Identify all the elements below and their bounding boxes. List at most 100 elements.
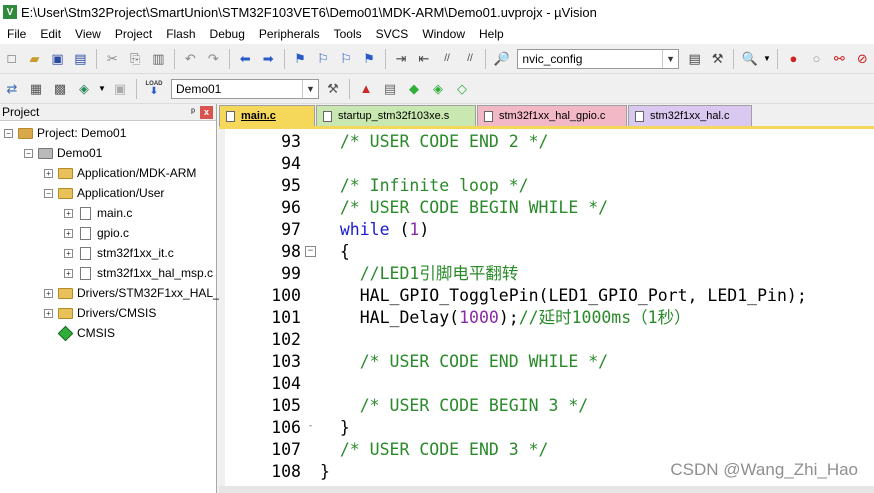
- load-download-icon[interactable]: LOAD ⬇: [143, 79, 165, 99]
- expand-toggle[interactable]: +: [44, 288, 53, 298]
- paste-icon[interactable]: ▥: [149, 49, 168, 69]
- comment-icon[interactable]: //: [438, 49, 457, 69]
- expand-toggle[interactable]: +: [44, 168, 53, 178]
- tab-main-c[interactable]: main.c: [219, 105, 315, 126]
- navigate-forward-icon[interactable]: ➡: [259, 49, 278, 69]
- code-line[interactable]: 94: [219, 153, 874, 175]
- code-line[interactable]: 106- }: [219, 417, 874, 439]
- menu-edit[interactable]: Edit: [33, 24, 68, 44]
- open-folder-icon[interactable]: ▰: [25, 49, 44, 69]
- target-options-icon[interactable]: ⚒: [323, 79, 343, 99]
- uncomment-icon[interactable]: //: [460, 49, 479, 69]
- find-icon[interactable]: ▤: [685, 49, 704, 69]
- menu-svcs[interactable]: SVCS: [369, 24, 416, 44]
- save-icon[interactable]: ▣: [48, 49, 67, 69]
- prev-bookmark-icon[interactable]: ⚐: [314, 49, 333, 69]
- code-line[interactable]: 105 /* USER CODE BEGIN 3 */: [219, 395, 874, 417]
- tab-hal-c[interactable]: stm32f1xx_hal.c: [628, 105, 752, 126]
- code-line[interactable]: 103 /* USER CODE END WHILE */: [219, 351, 874, 373]
- expand-toggle[interactable]: +: [64, 228, 73, 238]
- target-combo[interactable]: Demo01 ▼: [171, 78, 319, 99]
- bookmark-icon[interactable]: ⚑: [291, 49, 310, 69]
- chevron-down-icon[interactable]: ▼: [98, 79, 106, 99]
- expand-toggle[interactable]: +: [64, 248, 73, 258]
- debug-session-icon[interactable]: 🔍: [740, 49, 759, 69]
- pack-installer-icon[interactable]: ◇: [452, 79, 472, 99]
- menu-peripherals[interactable]: Peripherals: [252, 24, 327, 44]
- expand-toggle[interactable]: +: [44, 308, 53, 318]
- tree-item-group[interactable]: + Drivers/CMSIS: [44, 303, 156, 323]
- new-file-icon[interactable]: □: [2, 49, 21, 69]
- stop-build-icon[interactable]: ▣: [110, 79, 130, 99]
- copy-icon[interactable]: ⎘: [126, 49, 145, 69]
- menu-help[interactable]: Help: [472, 24, 511, 44]
- code-line[interactable]: 93 /* USER CODE END 2 */: [219, 131, 874, 153]
- tree-item-group[interactable]: + Drivers/STM32F1xx_HAL_: [44, 283, 220, 303]
- tree-item-file[interactable]: + stm32f1xx_it.c: [64, 243, 174, 263]
- code-line[interactable]: 100 HAL_GPIO_TogglePin(LED1_GPIO_Port, L…: [219, 285, 874, 307]
- select-packs-icon[interactable]: ◈: [428, 79, 448, 99]
- outdent-icon[interactable]: ⇤: [415, 49, 434, 69]
- breakpoint-icon[interactable]: ●: [784, 49, 803, 69]
- file-extensions-icon[interactable]: ▤: [380, 79, 400, 99]
- build-icon[interactable]: ▦: [26, 79, 46, 99]
- chevron-down-icon[interactable]: ▼: [662, 49, 678, 68]
- disable-breakpoint-icon[interactable]: ○: [807, 49, 826, 69]
- indent-icon[interactable]: ⇥: [392, 49, 411, 69]
- translate-icon[interactable]: ⇄: [2, 79, 22, 99]
- menu-window[interactable]: Window: [415, 24, 472, 44]
- expand-toggle[interactable]: +: [64, 268, 73, 278]
- menu-file[interactable]: File: [0, 24, 33, 44]
- code-line[interactable]: 96 /* USER CODE BEGIN WHILE */: [219, 197, 874, 219]
- code-line[interactable]: 99 //LED1引脚电平翻转: [219, 263, 874, 285]
- menu-debug[interactable]: Debug: [203, 24, 252, 44]
- chevron-down-icon[interactable]: ▼: [763, 49, 771, 69]
- incremental-find-icon[interactable]: ⚒: [708, 49, 727, 69]
- code-line[interactable]: 107 /* USER CODE END 3 */: [219, 439, 874, 461]
- pin-icon[interactable]: ᵖ: [186, 107, 200, 118]
- code-line[interactable]: 104: [219, 373, 874, 395]
- find-in-files-icon[interactable]: 🔎: [492, 49, 511, 69]
- cut-icon[interactable]: ✂: [103, 49, 122, 69]
- rebuild-icon[interactable]: ▩: [50, 79, 70, 99]
- code-line[interactable]: 95 /* Infinite loop */: [219, 175, 874, 197]
- close-icon[interactable]: x: [200, 105, 213, 119]
- tab-hal-gpio-c[interactable]: stm32f1xx_hal_gpio.c: [477, 105, 627, 126]
- save-all-icon[interactable]: ▤: [71, 49, 90, 69]
- tree-item-file[interactable]: + gpio.c: [64, 223, 129, 243]
- menu-tools[interactable]: Tools: [327, 24, 369, 44]
- code-line[interactable]: 97 while (1): [219, 219, 874, 241]
- next-bookmark-icon[interactable]: ⚐: [337, 49, 356, 69]
- tree-item-target[interactable]: − Demo01: [24, 143, 102, 163]
- manage-rte-icon[interactable]: ◆: [404, 79, 424, 99]
- collapse-toggle[interactable]: −: [24, 148, 33, 158]
- collapse-toggle[interactable]: −: [44, 188, 53, 198]
- find-combo[interactable]: nvic_config ▼: [517, 48, 680, 69]
- horizontal-scrollbar[interactable]: [219, 486, 874, 493]
- code-editor[interactable]: 93 /* USER CODE END 2 */94 95 /* Infinite…: [219, 126, 874, 493]
- code-line[interactable]: 101 HAL_Delay(1000);//延时1000ms（1秒）: [219, 307, 874, 329]
- tree-item-component[interactable]: CMSIS: [57, 323, 115, 343]
- expand-toggle[interactable]: +: [64, 208, 73, 218]
- manage-project-items-icon[interactable]: ▲: [356, 79, 376, 99]
- menu-project[interactable]: Project: [108, 24, 159, 44]
- tree-item-project[interactable]: − Project: Demo01: [4, 123, 126, 143]
- tree-item-file[interactable]: + stm32f1xx_hal_msp.c: [64, 263, 213, 283]
- tree-item-group[interactable]: + Application/MDK-ARM: [44, 163, 196, 183]
- tab-startup-s[interactable]: startup_stm32f103xe.s: [316, 105, 476, 126]
- redo-icon[interactable]: ↷: [204, 49, 223, 69]
- menu-flash[interactable]: Flash: [159, 24, 202, 44]
- chevron-down-icon[interactable]: ▼: [302, 79, 318, 98]
- kill-breakpoints-icon[interactable]: ⊘: [853, 49, 872, 69]
- fold-collapse-icon[interactable]: −: [305, 246, 316, 257]
- undo-icon[interactable]: ↶: [181, 49, 200, 69]
- batch-build-icon[interactable]: ◈: [74, 79, 94, 99]
- tree-item-group[interactable]: − Application/User: [44, 183, 164, 203]
- tree-item-file[interactable]: + main.c: [64, 203, 132, 223]
- clear-bookmarks-icon[interactable]: ⚑: [360, 49, 379, 69]
- code-line[interactable]: 102: [219, 329, 874, 351]
- navigate-back-icon[interactable]: ⬅: [236, 49, 255, 69]
- menu-view[interactable]: View: [68, 24, 108, 44]
- collapse-toggle[interactable]: −: [4, 128, 13, 138]
- clear-breakpoints-icon[interactable]: ⚯: [830, 49, 849, 69]
